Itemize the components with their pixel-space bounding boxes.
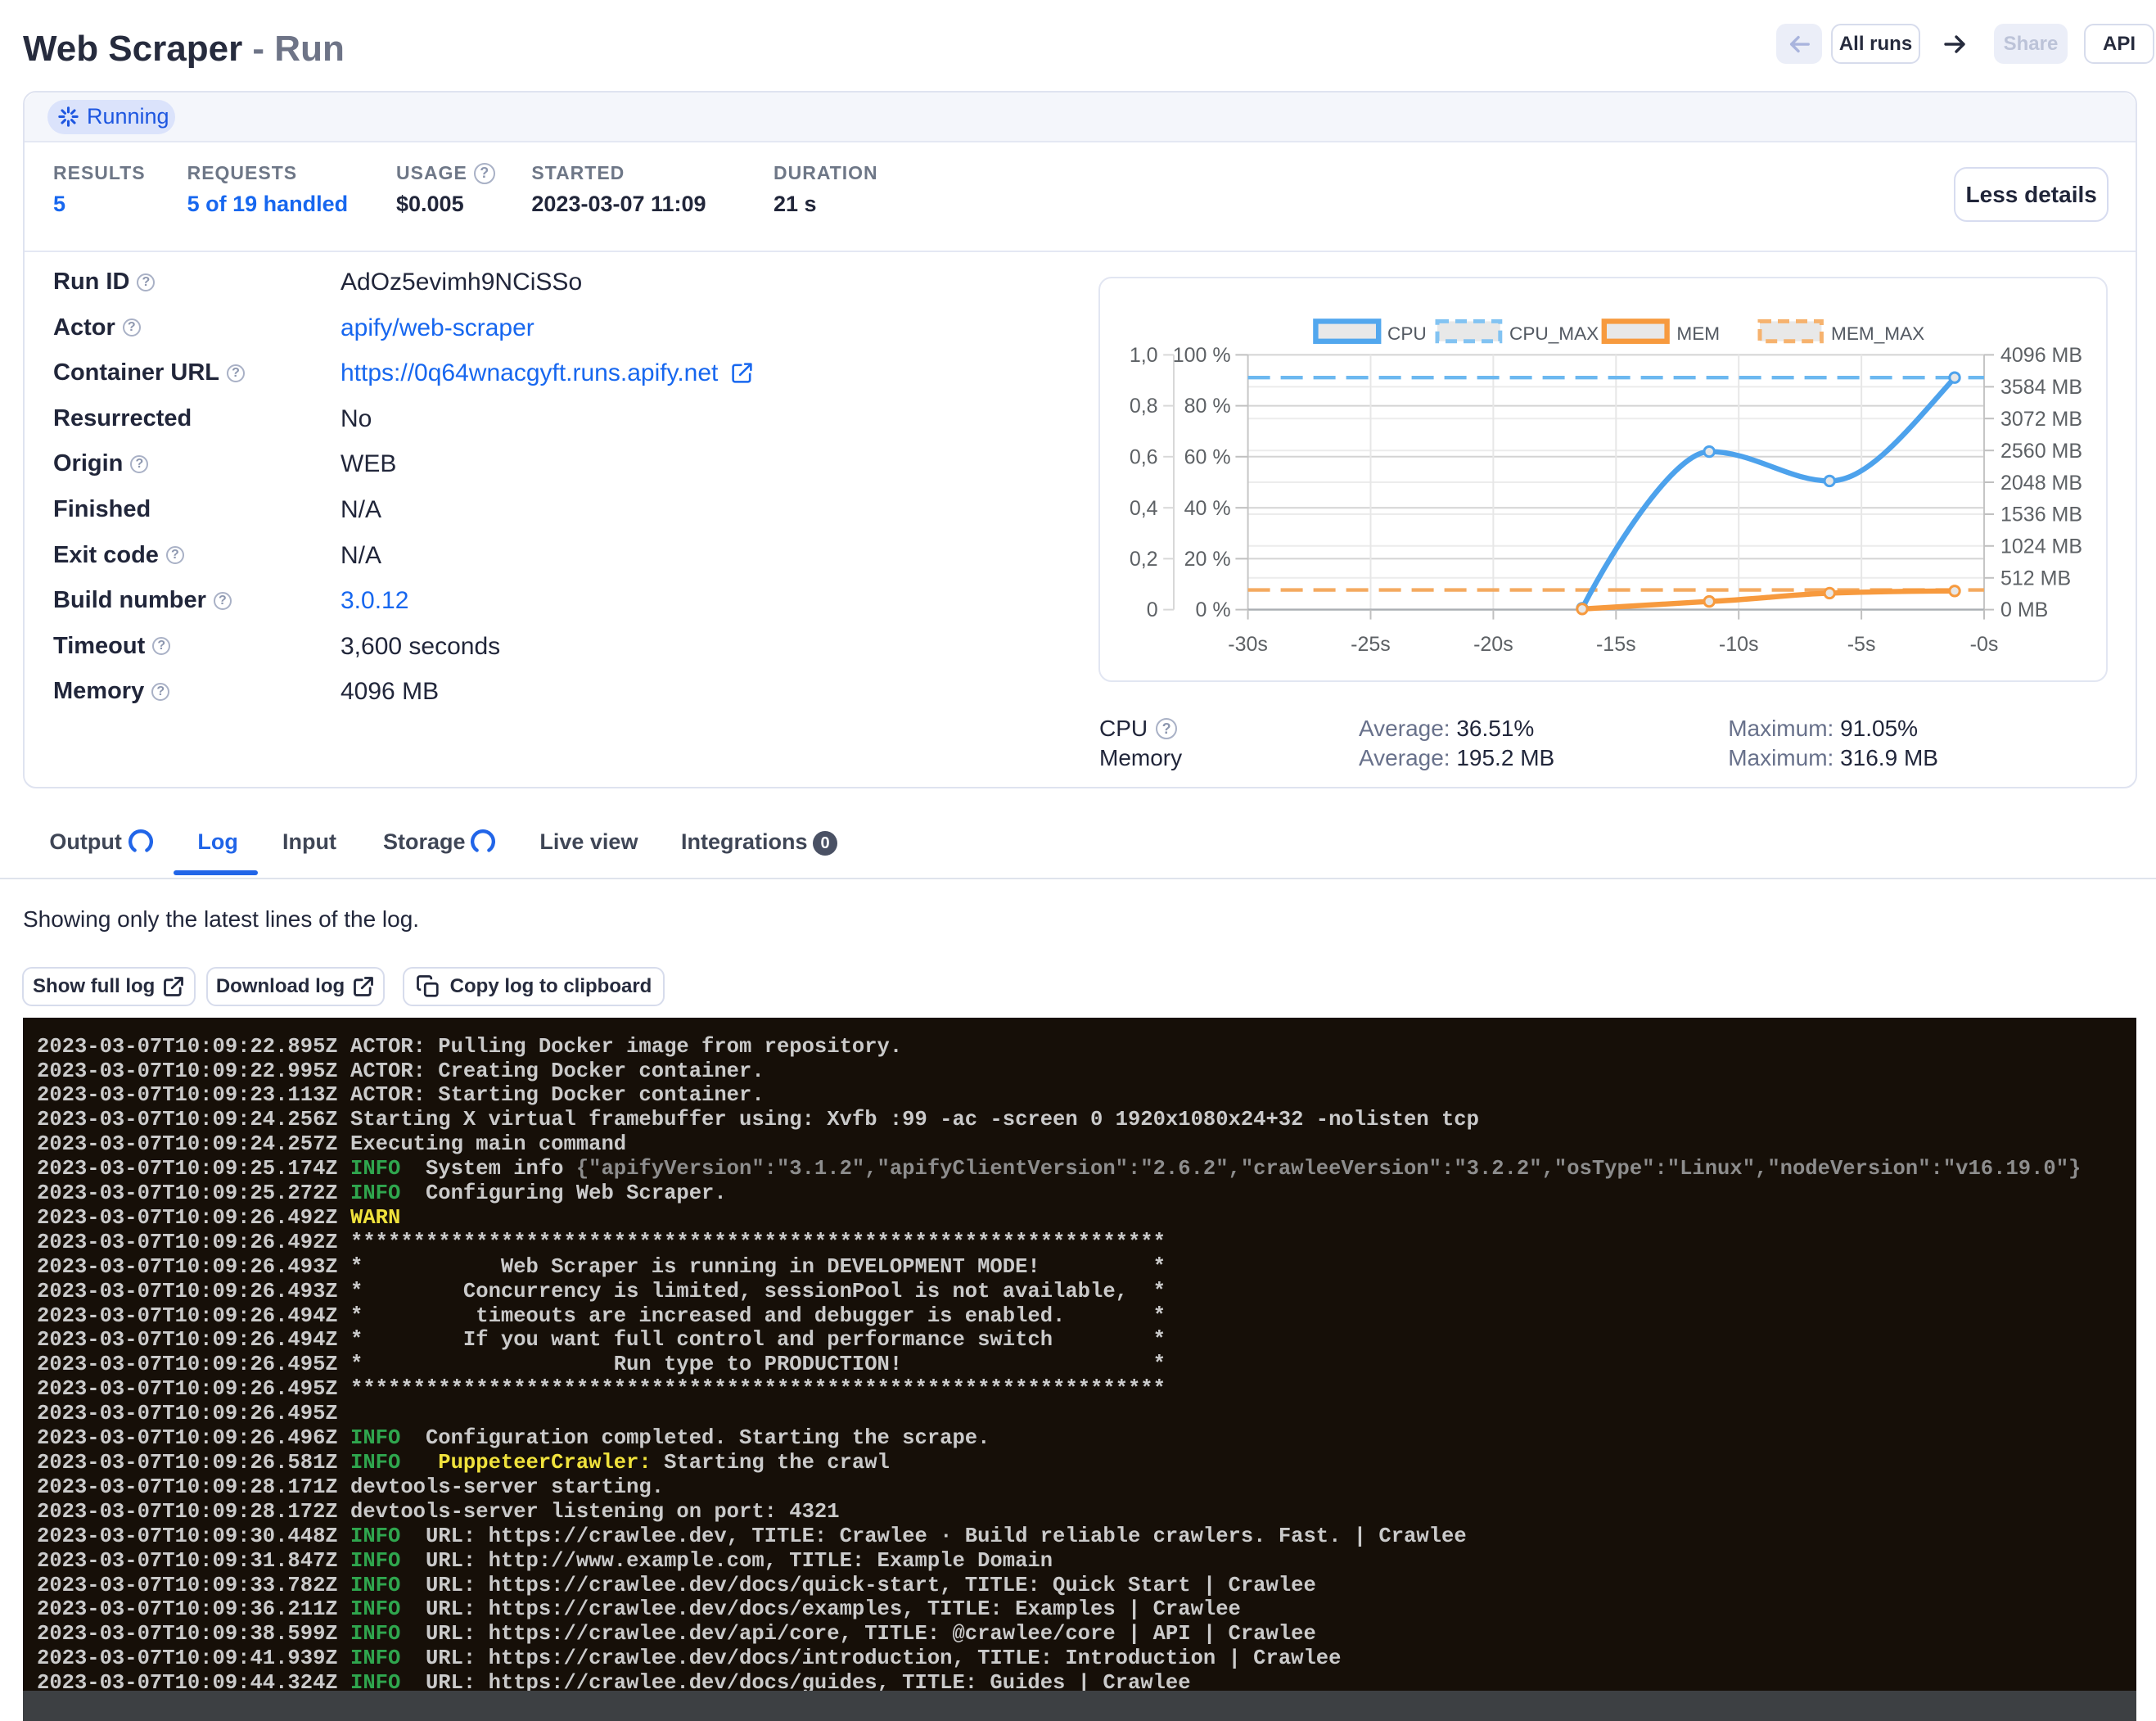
svg-text:20 %: 20 % (1184, 548, 1231, 571)
svg-text:3584 MB: 3584 MB (2000, 376, 2082, 399)
svg-text:1,0: 1,0 (1130, 344, 1158, 367)
svg-text:0,6: 0,6 (1130, 445, 1158, 468)
svg-text:80 %: 80 % (1184, 395, 1231, 418)
svg-text:CPU: CPU (1387, 323, 1427, 344)
svg-text:1024 MB: 1024 MB (2000, 535, 2082, 558)
svg-text:60 %: 60 % (1184, 445, 1231, 468)
svg-text:-30s: -30s (1228, 633, 1268, 656)
svg-text:0: 0 (1147, 599, 1158, 621)
svg-text:-25s: -25s (1351, 633, 1391, 656)
svg-text:-15s: -15s (1596, 633, 1636, 656)
svg-text:-10s: -10s (1719, 633, 1759, 656)
svg-text:512 MB: 512 MB (2000, 567, 2071, 589)
svg-text:0,8: 0,8 (1130, 395, 1158, 418)
svg-text:0,4: 0,4 (1130, 497, 1158, 520)
svg-text:-0s: -0s (1970, 633, 1999, 656)
svg-text:40 %: 40 % (1184, 497, 1231, 520)
svg-text:0,2: 0,2 (1130, 548, 1158, 571)
svg-text:0 MB: 0 MB (2000, 599, 2048, 621)
svg-text:-5s: -5s (1847, 633, 1876, 656)
svg-text:MEM_MAX: MEM_MAX (1831, 323, 1924, 344)
svg-text:0 %: 0 % (1196, 599, 1231, 621)
svg-text:CPU_MAX: CPU_MAX (1509, 323, 1599, 344)
svg-text:2560 MB: 2560 MB (2000, 440, 2082, 463)
svg-text:2048 MB: 2048 MB (2000, 472, 2082, 495)
svg-text:100 %: 100 % (1173, 344, 1231, 367)
svg-text:1536 MB: 1536 MB (2000, 504, 2082, 526)
svg-text:4096 MB: 4096 MB (2000, 344, 2082, 367)
svg-text:3072 MB: 3072 MB (2000, 408, 2082, 431)
svg-text:MEM: MEM (1676, 323, 1720, 344)
svg-text:-20s: -20s (1473, 633, 1513, 656)
